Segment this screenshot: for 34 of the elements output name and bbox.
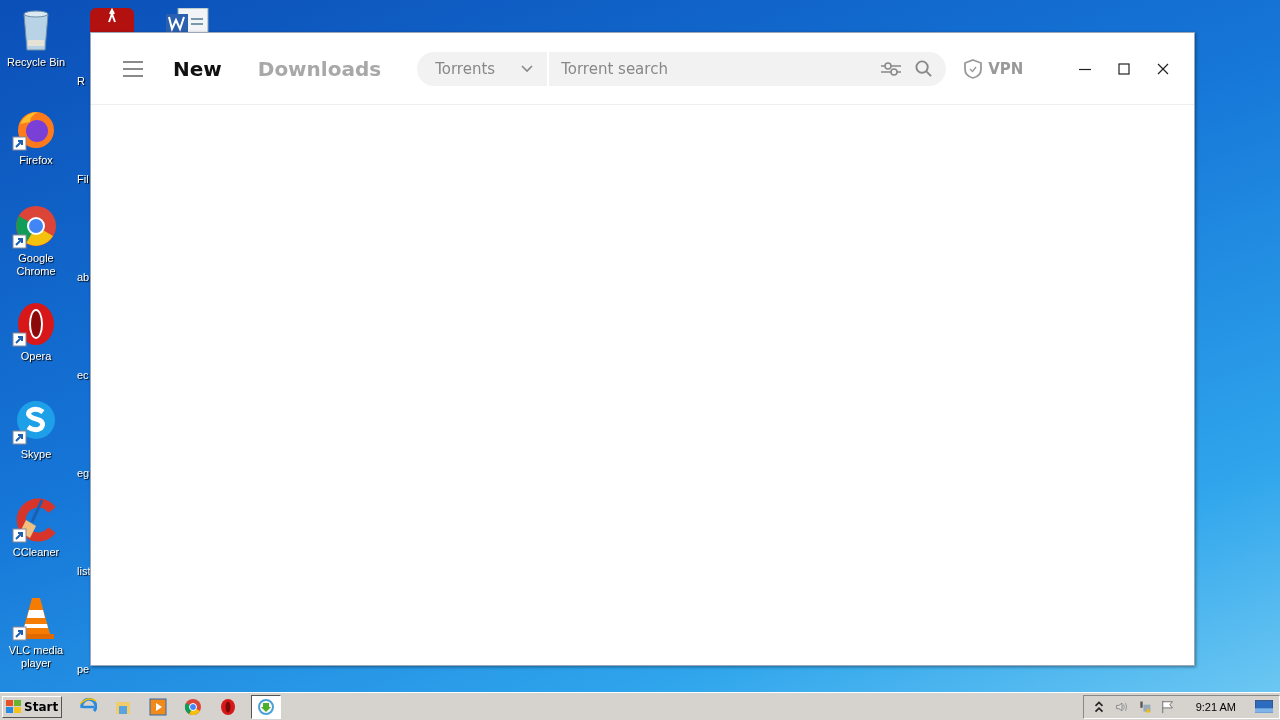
vpn-button[interactable]: VPN (964, 58, 1024, 79)
icon-label[interactable]: Skype (20, 448, 52, 461)
icon-label[interactable]: CCleaner (12, 546, 60, 559)
maximize-icon[interactable] (1118, 62, 1130, 75)
icon-label[interactable]: pe (77, 662, 91, 677)
search-icon[interactable] (915, 60, 933, 77)
menu-icon[interactable] (123, 60, 143, 77)
icon-label[interactable]: ec (77, 368, 91, 383)
flag-icon[interactable] (1160, 699, 1175, 714)
icon-label[interactable]: Recycle Bin (6, 56, 66, 69)
search-field[interactable]: Torrent search (549, 51, 947, 86)
icon-label[interactable]: Firefox (19, 154, 53, 167)
icon-label[interactable]: Fil (77, 172, 91, 187)
start-button[interactable]: Start (2, 695, 63, 718)
caret-icon[interactable] (521, 64, 534, 73)
network-warning-icon[interactable] (1137, 699, 1152, 714)
category-dropdown[interactable]: Torrents (417, 51, 548, 86)
taskbar-button[interactable] (251, 694, 282, 719)
icon-label[interactable]: Opera (20, 350, 52, 363)
icon-label[interactable]: eg (77, 466, 91, 481)
icon-label[interactable]: list (77, 564, 91, 579)
icon-label[interactable]: R (77, 74, 91, 89)
shield-icon[interactable] (964, 58, 983, 79)
tab[interactable]: New (173, 56, 222, 81)
filter-icon[interactable] (881, 61, 902, 76)
close-icon[interactable] (1157, 62, 1169, 75)
search-input[interactable]: Torrent search (549, 59, 882, 78)
document-icon[interactable] (90, 8, 134, 32)
icon-label[interactable]: ab (77, 270, 91, 285)
icon-label[interactable]: Google Chrome (0, 252, 72, 278)
icon-label[interactable]: VLC media player (0, 644, 72, 670)
clock[interactable]: 9:21 AM (1195, 700, 1236, 713)
windows-logo-icon[interactable] (6, 699, 22, 714)
show-desktop-icon[interactable] (1255, 700, 1273, 713)
